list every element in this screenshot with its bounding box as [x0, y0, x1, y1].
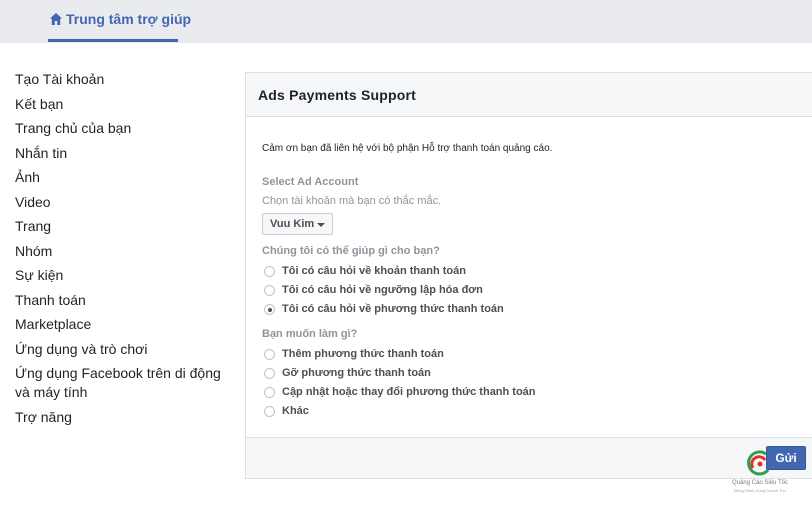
radio-button[interactable] [264, 285, 275, 296]
sidebar-item-friends[interactable]: Kết bạn [15, 95, 235, 114]
sidebar-item-photos[interactable]: Ảnh [15, 168, 235, 187]
sidebar-item-accessibility[interactable]: Trợ năng [15, 408, 235, 427]
tab-help-center[interactable]: Trung tâm trợ giúp [48, 0, 191, 42]
sidebar-item-events[interactable]: Sự kiện [15, 266, 235, 285]
sidebar-item-pages[interactable]: Trang [15, 217, 235, 236]
sidebar-item-create-account[interactable]: Tạo Tài khoản [15, 70, 235, 89]
form-title: Ads Payments Support [258, 87, 417, 103]
tab-label: Trung tâm trợ giúp [66, 11, 192, 27]
radio-button[interactable] [264, 387, 275, 398]
sidebar-item-video[interactable]: Video [15, 193, 235, 212]
panel-header: Ads Payments Support [246, 73, 812, 117]
sidebar-item-mobile-desktop-apps[interactable]: Ứng dụng Facebook trên di động và máy tí… [15, 364, 235, 402]
ad-account-value: Vuu Kim [270, 218, 315, 230]
radio-label: Gỡ phương thức thanh toán [282, 367, 431, 379]
sidebar-item-payments[interactable]: Thanh toán [15, 291, 235, 310]
sidebar-item-home[interactable]: Trang chủ của bạn [15, 119, 235, 138]
radio-button[interactable] [264, 266, 275, 277]
ad-account-select[interactable]: Vuu Kim [262, 213, 333, 235]
caret-down-icon [317, 223, 325, 227]
radio-button-checked[interactable] [264, 304, 275, 315]
action-question-label: Bạn muốn làm gì? [262, 328, 358, 340]
select-account-label: Select Ad Account [262, 176, 359, 188]
help-question-label: Chúng tôi có thể giúp gì cho bạn? [262, 245, 440, 257]
radio-button[interactable] [264, 406, 275, 417]
select-account-hint: Chọn tài khoản mà bạn có thắc mắc. [262, 195, 442, 207]
sidebar-item-apps-games[interactable]: Ứng dụng và trò chơi [15, 340, 235, 359]
watermark-name: Quảng Cáo Siêu Tốc [732, 480, 788, 486]
radio-label: Tôi có câu hỏi về phương thức thanh toán [282, 303, 504, 315]
radio-label: Tôi có câu hỏi về khoản thanh toán [282, 265, 466, 277]
home-icon [50, 13, 62, 25]
support-form-panel: Ads Payments Support Cảm ơn bạn đã liên … [245, 72, 812, 479]
radio-label: Tôi có câu hỏi về ngưỡng lập hóa đơn [282, 284, 483, 296]
watermark-tagline: Đồng Hành Cùng Doanh Thu [734, 488, 786, 493]
radio-button[interactable] [264, 349, 275, 360]
top-bar: Trung tâm trợ giúp [0, 0, 812, 43]
radio-label: Khác [282, 405, 309, 417]
sidebar-item-groups[interactable]: Nhóm [15, 242, 235, 261]
intro-text: Cảm ơn bạn đã liên hệ với bộ phận Hỗ trợ… [262, 143, 553, 154]
send-button[interactable]: Gửi [766, 446, 806, 470]
sidebar-item-messaging[interactable]: Nhắn tin [15, 144, 235, 163]
radio-label: Thêm phương thức thanh toán [282, 348, 444, 360]
radio-label: Cập nhật hoặc thay đổi phương thức thanh… [282, 386, 536, 398]
radio-button[interactable] [264, 368, 275, 379]
sidebar: Tạo Tài khoản Kết bạn Trang chủ của bạn … [15, 70, 235, 432]
sidebar-item-marketplace[interactable]: Marketplace [15, 315, 235, 334]
